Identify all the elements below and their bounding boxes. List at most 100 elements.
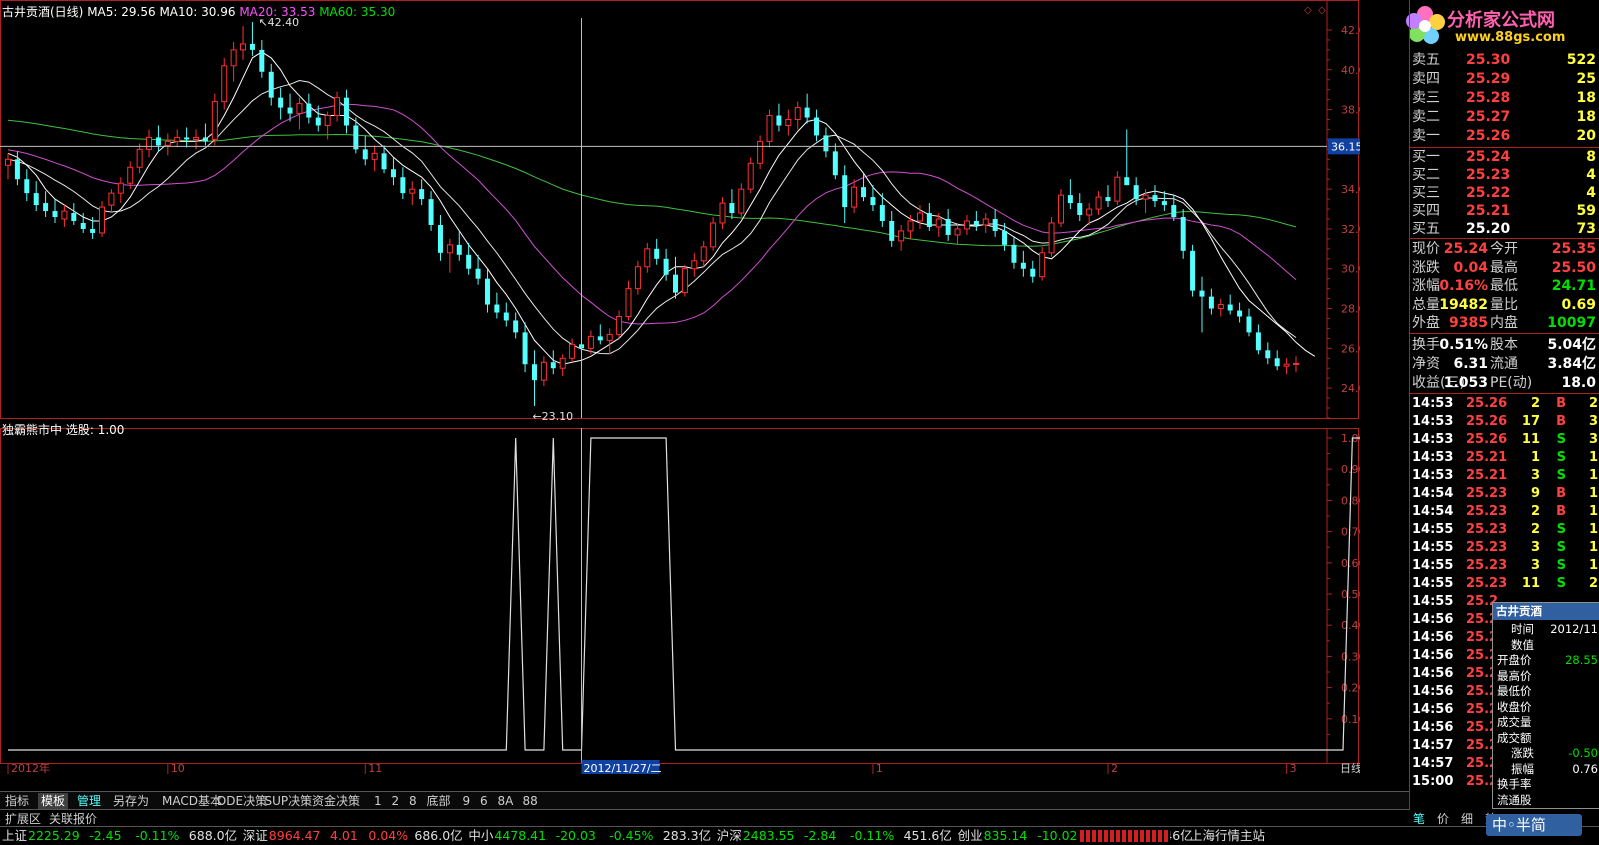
- popup-key: 流通股: [1497, 792, 1532, 807]
- tab-1[interactable]: 模板: [38, 793, 69, 809]
- panel-tab-1[interactable]: 价: [1437, 810, 1449, 827]
- tab-12[interactable]: 9: [460, 793, 474, 809]
- candle-body-up: [1293, 362, 1299, 365]
- candle-body-down: [814, 117, 820, 136]
- candle-body-down: [390, 169, 396, 178]
- bid-row: 买五 25.20 73: [1410, 220, 1599, 239]
- tab-11[interactable]: 底部: [424, 793, 454, 809]
- tick-time: 14:56: [1412, 720, 1454, 735]
- candle-body-down: [1002, 230, 1008, 245]
- tick-row[interactable]: 14:53 25.26 11 S 3: [1410, 431, 1599, 449]
- stat-row: 现价 25.24 今开 25.35: [1410, 240, 1599, 259]
- stat-value: 19482: [1439, 296, 1488, 313]
- tick-row[interactable]: 14:55 25.23 3 S 1: [1410, 557, 1599, 575]
- tab-9[interactable]: 2: [389, 793, 403, 809]
- stat-label: PE(动): [1490, 375, 1533, 391]
- candle-body-down: [24, 179, 30, 194]
- tick-price: 25.23: [1466, 576, 1508, 591]
- stat-label: 今开: [1490, 241, 1518, 257]
- stat-label: 最高: [1490, 259, 1518, 276]
- divider: [1409, 147, 1599, 148]
- candle-body-down: [494, 304, 500, 313]
- candle-body-down: [1227, 304, 1233, 311]
- ask-label: 卖四: [1412, 71, 1440, 87]
- tick-time: 14:56: [1412, 666, 1454, 681]
- popup-value: 2012/11: [1550, 622, 1598, 636]
- signal-bars-icon: [1080, 830, 1170, 842]
- tab-2[interactable]: 管理: [74, 793, 104, 809]
- tab-15[interactable]: 88: [520, 793, 541, 809]
- price-tick-label: 30.00: [1341, 263, 1360, 276]
- candle-body-up: [587, 335, 594, 349]
- divider: [1409, 393, 1599, 394]
- index-change: -2.84: [804, 828, 837, 843]
- tab-0[interactable]: 指标: [2, 793, 32, 809]
- tab-6[interactable]: SUP决策: [262, 793, 316, 809]
- index-percent: -0.11%: [135, 828, 180, 843]
- candle-body-up: [907, 220, 914, 232]
- stat-value: 1.053: [1443, 375, 1488, 391]
- tick-volume: 2: [1530, 522, 1540, 537]
- tick-row[interactable]: 14:55 25.23 11 S 2: [1410, 575, 1599, 593]
- tab-7[interactable]: 资金决策: [309, 793, 363, 809]
- tab-related-quotes[interactable]: 关联报价: [46, 811, 100, 827]
- candle-body-down: [926, 213, 932, 227]
- candle-body-down: [315, 117, 321, 126]
- tick-count: 1: [1588, 468, 1598, 483]
- stat-label: 内盘: [1490, 315, 1518, 331]
- tick-row[interactable]: 14:55 25.23 3 S 1: [1410, 539, 1599, 557]
- popup-key: 数值: [1511, 637, 1534, 652]
- candle-body-down: [1077, 203, 1083, 216]
- candle-body-up: [409, 188, 416, 194]
- tick-row[interactable]: 14:53 25.26 2 B 2: [1410, 395, 1599, 413]
- stat-row: 涨幅 0.16% 最低 24.71: [1410, 277, 1599, 296]
- bid-label: 买三: [1412, 185, 1440, 201]
- panel-tab-2[interactable]: 细: [1461, 810, 1473, 827]
- ime-indicator[interactable]: 中◦半简: [1486, 814, 1582, 836]
- indicator-tick-label: 0.70: [1341, 526, 1360, 539]
- candle-body-down: [456, 244, 462, 255]
- tick-row[interactable]: 14:54 25.23 2 B 1: [1410, 503, 1599, 521]
- candle-body-down: [832, 151, 838, 176]
- tab-8[interactable]: 1: [371, 793, 385, 809]
- tick-row[interactable]: 14:55 25.23 2 S 1: [1410, 521, 1599, 539]
- tick-row[interactable]: 14:53 25.26 17 B 3: [1410, 413, 1599, 431]
- tick-direction: S: [1556, 576, 1566, 591]
- tab-13[interactable]: 6: [477, 793, 491, 809]
- indicator-chart[interactable]: 1.000.900.800.700.600.500.400.300.200.10…: [0, 428, 1360, 774]
- tick-row[interactable]: 14:54 25.23 9 B 1: [1410, 485, 1599, 503]
- popup-row: 数值: [1493, 638, 1599, 652]
- tick-time: 14:55: [1412, 522, 1454, 537]
- indicator-tab-bar: 指标 模板 管理 另存为 MACD基本 DDE决策 SUP决策 资金决策 1 2 8 底部 9 6 8A 88: [0, 791, 1409, 810]
- price-chart[interactable]: 42.040.0038.0036.0034.0032.0030.0028.002…: [0, 0, 1360, 426]
- ask-label: 卖二: [1412, 109, 1440, 125]
- candle-body-up: [747, 162, 754, 190]
- tick-row[interactable]: 14:53 25.21 1 S 1: [1410, 449, 1599, 467]
- candle-body-down: [1265, 350, 1271, 359]
- tick-price: 25.23: [1466, 558, 1508, 573]
- indicator-tick-label: 0.60: [1341, 557, 1360, 570]
- stat-value: 0.51%: [1439, 337, 1488, 353]
- popup-key: 开盘价: [1497, 653, 1532, 667]
- candle-body-up: [108, 192, 115, 206]
- panel-tab-0[interactable]: 笔: [1413, 810, 1425, 827]
- ask-price: 25.27: [1466, 109, 1511, 125]
- tick-count: 3: [1588, 414, 1598, 429]
- tick-row[interactable]: 14:53 25.21 3 S 1: [1410, 467, 1599, 485]
- tick-time: 14:53: [1412, 432, 1454, 447]
- tick-direction: S: [1556, 540, 1566, 555]
- ask-label: 卖三: [1412, 90, 1440, 106]
- tab-14[interactable]: 8A: [495, 793, 517, 809]
- stat-label: 换手: [1412, 337, 1440, 353]
- tab-10[interactable]: 8: [406, 793, 420, 809]
- index-amount: 451.6亿: [903, 828, 952, 843]
- candle-body-up: [569, 343, 576, 359]
- candle-body-down: [513, 320, 519, 333]
- tab-extension[interactable]: 扩展区: [2, 811, 44, 827]
- candle-body-down: [776, 115, 782, 126]
- tab-3[interactable]: 另存为: [110, 793, 152, 809]
- candle-body-down: [80, 222, 86, 229]
- candle-body-down: [1105, 197, 1111, 202]
- indicator-tick-label: 0.50: [1341, 588, 1360, 601]
- ask-volume: 522: [1566, 52, 1596, 68]
